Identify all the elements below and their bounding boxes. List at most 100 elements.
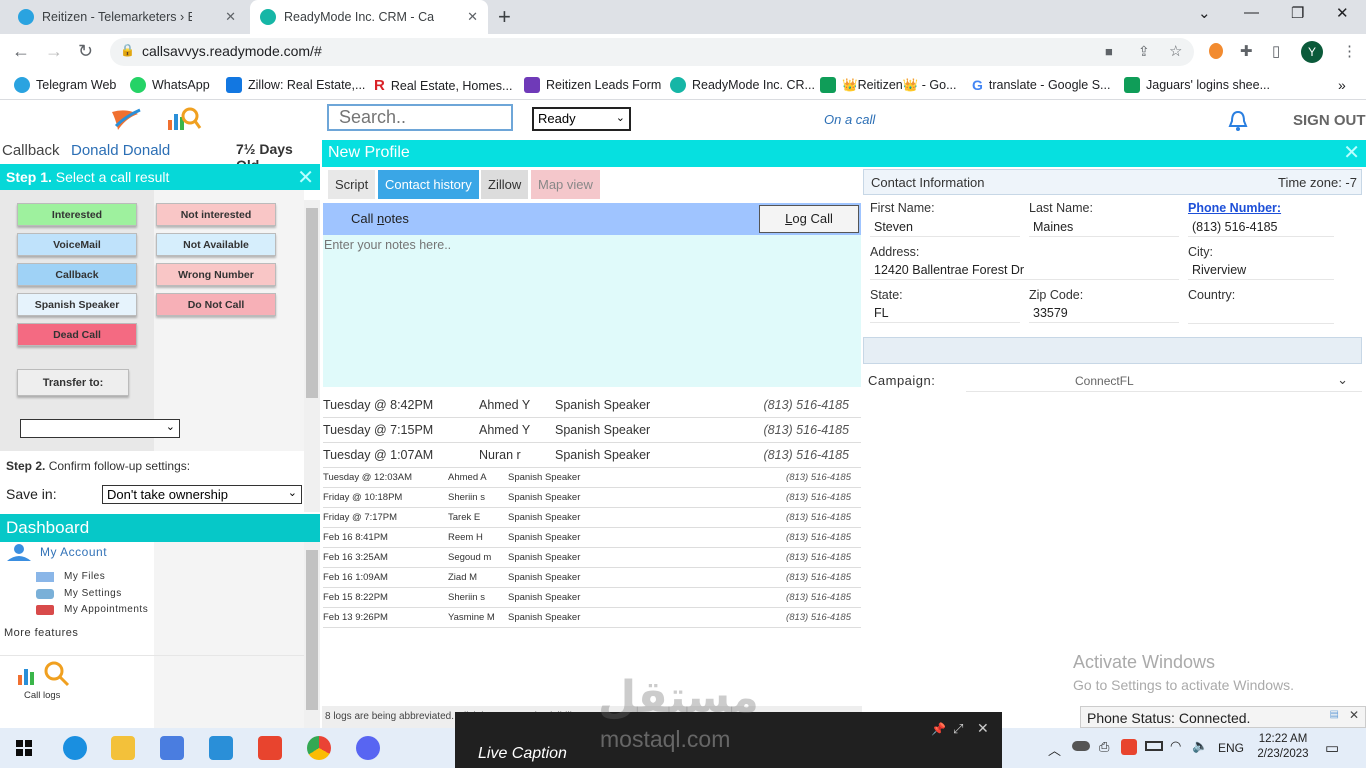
menu-icon[interactable]: ⋮ bbox=[1342, 42, 1357, 60]
last-name-field[interactable]: Maines bbox=[1029, 218, 1179, 237]
my-appointments-link[interactable]: My Appointments bbox=[64, 604, 148, 615]
close-icon[interactable]: ✕ bbox=[977, 720, 989, 737]
windows-start-icon[interactable] bbox=[16, 740, 32, 756]
history-row[interactable]: Tuesday @ 12:03AM Ahmed A Spanish Speaker (… bbox=[323, 468, 861, 488]
sign-out-button[interactable]: SIGN OUT bbox=[1293, 112, 1366, 129]
bookmark-jaguars[interactable]: Jaguars' logins shee... bbox=[1124, 77, 1270, 93]
forward-icon[interactable]: → bbox=[45, 41, 63, 62]
tab-zillow[interactable]: Zillow bbox=[481, 170, 529, 199]
bookmark-whatsapp[interactable]: WhatsApp bbox=[130, 77, 210, 93]
discord-icon[interactable] bbox=[356, 736, 380, 760]
agent-status-select[interactable]: Ready ⌄ bbox=[532, 107, 631, 131]
close-icon[interactable]: ✕ bbox=[297, 165, 314, 190]
bookmark-realtor[interactable]: R Real Estate, Homes... bbox=[374, 77, 512, 94]
history-row[interactable]: Tuesday @ 1:07AM Nuran r Spanish Speaker (8… bbox=[323, 443, 861, 468]
chrome-icon[interactable] bbox=[307, 736, 331, 760]
close-tab-icon[interactable]: ✕ bbox=[467, 9, 478, 25]
star-icon[interactable]: ☆ bbox=[1169, 42, 1182, 60]
result-do-not-call-button[interactable]: Do Not Call bbox=[156, 293, 276, 316]
zip-field[interactable]: 33579 bbox=[1029, 304, 1179, 323]
volume-icon[interactable]: 🔈 bbox=[1192, 738, 1208, 754]
dashboard-scrollbar[interactable] bbox=[304, 542, 320, 728]
call-logs-icon[interactable] bbox=[16, 659, 76, 687]
result-not-interested-button[interactable]: Not interested bbox=[156, 203, 276, 226]
history-row[interactable]: Friday @ 10:18PM Sheriin s Spanish Speaker… bbox=[323, 488, 861, 508]
call-logs-label[interactable]: Call logs bbox=[24, 690, 60, 701]
history-row[interactable]: Feb 16 8:41PM Reem H Spanish Speaker (813) … bbox=[323, 528, 861, 548]
state-field[interactable]: FL bbox=[870, 304, 1020, 323]
bookmark-leads-form[interactable]: Reitizen Leads Form bbox=[524, 77, 661, 93]
keyboard-icon[interactable]: ▤ bbox=[1330, 709, 1339, 720]
country-field[interactable] bbox=[1188, 304, 1334, 324]
bell-icon[interactable] bbox=[1228, 110, 1248, 132]
first-name-field[interactable]: Steven bbox=[870, 218, 1020, 237]
campaign-select[interactable]: ConnectFL ⌄ bbox=[966, 370, 1362, 392]
transfer-target-select[interactable]: ⌄ bbox=[20, 419, 180, 438]
phone-number-field[interactable]: (813) 516-4185 bbox=[1188, 218, 1334, 237]
anydesk-icon[interactable] bbox=[258, 736, 282, 760]
lead-name-link[interactable]: Donald Donald bbox=[71, 142, 170, 159]
search-input[interactable] bbox=[327, 104, 513, 131]
profile-avatar[interactable]: Y bbox=[1301, 41, 1323, 63]
my-account-link[interactable]: My Account bbox=[40, 545, 107, 559]
onedrive-icon[interactable] bbox=[1072, 741, 1090, 751]
bookmark-readymode[interactable]: ReadyMode Inc. CR... bbox=[670, 77, 815, 93]
result-interested-button[interactable]: Interested bbox=[17, 203, 137, 226]
save-in-select[interactable]: Don't take ownership ⌄ bbox=[102, 485, 302, 504]
history-row[interactable]: Tuesday @ 8:42PM Ahmed Y Spanish Speaker (8… bbox=[323, 393, 861, 418]
result-voicemail-button[interactable]: VoiceMail bbox=[17, 233, 137, 256]
my-files-link[interactable]: My Files bbox=[64, 571, 105, 582]
close-tab-icon[interactable]: ✕ bbox=[225, 9, 236, 25]
bookmarks-overflow-icon[interactable]: » bbox=[1338, 77, 1346, 93]
history-row[interactable]: Friday @ 7:17PM Tarek E Spanish Speaker (81… bbox=[323, 508, 861, 528]
mail-icon[interactable] bbox=[209, 736, 233, 760]
scrollbar-thumb[interactable] bbox=[306, 550, 318, 710]
history-row[interactable]: Tuesday @ 7:15PM Ahmed Y Spanish Speaker (8… bbox=[323, 418, 861, 443]
close-icon[interactable]: ✕ bbox=[1343, 140, 1360, 165]
puzzle-icon[interactable]: ✚ bbox=[1240, 42, 1253, 60]
bookmark-telegram[interactable]: Telegram Web bbox=[14, 77, 116, 93]
history-row[interactable]: Feb 16 1:09AM Ziad M Spanish Speaker (813) … bbox=[323, 568, 861, 588]
device-icon[interactable]: ⎙ bbox=[1099, 739, 1109, 755]
camera-icon[interactable]: ■ bbox=[1105, 44, 1113, 59]
tab-search-icon[interactable]: ⌄ bbox=[1198, 4, 1211, 22]
city-field[interactable]: Riverview bbox=[1188, 261, 1334, 280]
expand-icon[interactable]: ⤢ bbox=[953, 721, 963, 737]
browser-tab-reitizen[interactable]: Reitizen - Telemarketers › Beasts ✕ bbox=[8, 0, 246, 34]
browser-tab-readymode[interactable]: ReadyMode Inc. CRM - Call S ✕ bbox=[250, 0, 488, 34]
lock-icon[interactable]: 🔒 bbox=[120, 43, 135, 57]
history-row[interactable]: Feb 16 3:25AM Segoud m Spanish Speaker (813… bbox=[323, 548, 861, 568]
reload-icon[interactable]: ↻ bbox=[78, 41, 93, 62]
call-notes-textarea[interactable] bbox=[323, 235, 861, 387]
language-indicator[interactable]: ENG bbox=[1218, 741, 1244, 755]
pin-icon[interactable]: 📌 bbox=[931, 722, 946, 736]
extension-icon[interactable] bbox=[1209, 43, 1223, 59]
transfer-to-button[interactable]: Transfer to: bbox=[17, 369, 129, 396]
result-wrong-number-button[interactable]: Wrong Number bbox=[156, 263, 276, 286]
my-settings-link[interactable]: My Settings bbox=[64, 588, 122, 599]
close-icon[interactable]: ✕ bbox=[1349, 708, 1359, 722]
url-input[interactable]: callsavvys.readymode.com/# bbox=[110, 38, 1194, 66]
result-not-available-button[interactable]: Not Available bbox=[156, 233, 276, 256]
result-callback-button[interactable]: Callback bbox=[17, 263, 137, 286]
tab-contact-history[interactable]: Contact history bbox=[378, 170, 479, 199]
phone-number-link[interactable]: Phone Number: bbox=[1188, 201, 1281, 215]
window-close-button[interactable]: ✕ bbox=[1336, 4, 1349, 22]
anydesk-tray-icon[interactable] bbox=[1121, 739, 1137, 755]
bookmark-reitizen-sheet[interactable]: 👑Reitizen👑 - Go... bbox=[820, 77, 957, 93]
result-dead-call-button[interactable]: Dead Call bbox=[17, 323, 137, 346]
left-panel-scrollbar[interactable] bbox=[304, 200, 320, 512]
new-tab-button[interactable]: + bbox=[498, 4, 511, 30]
bookmark-zillow[interactable]: Zillow: Real Estate,... bbox=[226, 77, 365, 93]
history-row[interactable]: Feb 15 8:22PM Sheriin s Spanish Speaker (81… bbox=[323, 588, 861, 608]
taskbar-clock[interactable]: 12:22 AM 2/23/2023 bbox=[1255, 733, 1311, 760]
share-icon[interactable]: ⇪ bbox=[1138, 43, 1150, 60]
back-icon[interactable]: ← bbox=[12, 41, 30, 62]
restore-button[interactable]: ❐ bbox=[1291, 4, 1304, 22]
tab-script[interactable]: Script bbox=[328, 170, 376, 199]
history-row[interactable]: Feb 13 9:26PM Yasmine M Spanish Speaker (81… bbox=[323, 608, 861, 628]
sidebar-icon[interactable]: ▯ bbox=[1272, 42, 1280, 60]
call-logs-logo-icon[interactable] bbox=[166, 106, 202, 132]
notifications-icon[interactable]: ▭ bbox=[1325, 739, 1339, 757]
tray-overflow-icon[interactable]: ︿ bbox=[1048, 740, 1061, 759]
